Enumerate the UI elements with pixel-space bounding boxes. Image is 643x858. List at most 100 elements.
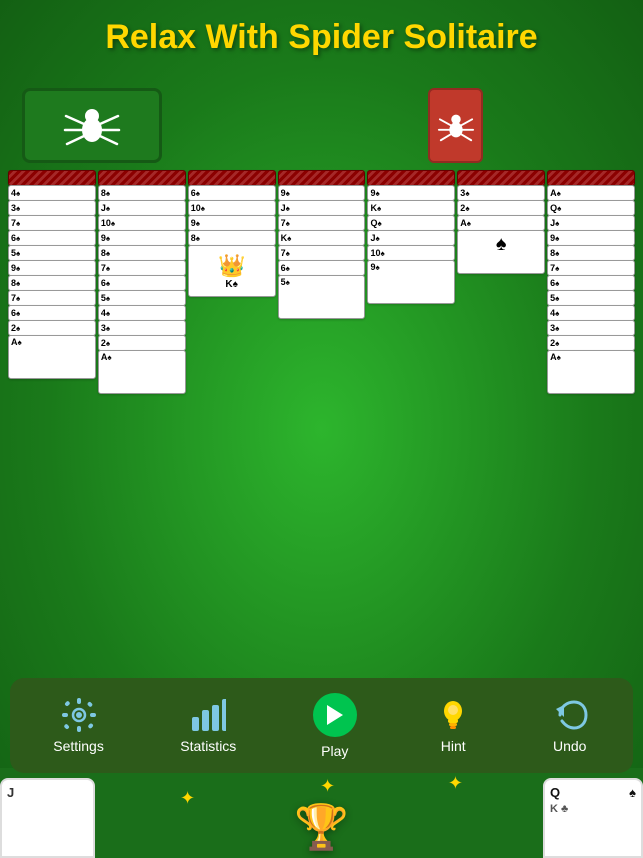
card[interactable]: 3♠ xyxy=(8,200,96,216)
card[interactable]: 6♠ xyxy=(98,275,186,291)
settings-label: Settings xyxy=(53,738,104,754)
card[interactable]: J♠ xyxy=(547,215,635,231)
corner-card-left: J xyxy=(0,778,95,858)
column-2: 8♠ J♠ 10♠ 9♠ 8♠ 7♠ 6♠ 5♠ 4♠ 3♠ 2♠ A♠ xyxy=(98,170,186,643)
card[interactable]: 6♠ xyxy=(8,230,96,246)
card[interactable]: 5♠ xyxy=(8,245,96,261)
card[interactable]: 7♠ xyxy=(8,290,96,306)
card[interactable]: 7♠ xyxy=(547,260,635,276)
statistics-label: Statistics xyxy=(180,738,236,754)
corner-card-right-suit: ♠ xyxy=(629,785,636,800)
card[interactable]: 4♠ xyxy=(98,305,186,321)
card[interactable]: 6♠ xyxy=(547,275,635,291)
card[interactable]: J♠ xyxy=(367,230,455,246)
card[interactable] xyxy=(457,170,545,186)
card[interactable] xyxy=(367,170,455,186)
card[interactable] xyxy=(98,170,186,186)
card[interactable]: 7♠ xyxy=(98,260,186,276)
card[interactable]: 2♠ xyxy=(457,200,545,216)
card[interactable]: A♠ xyxy=(457,215,545,231)
card[interactable]: 6♠ xyxy=(188,185,276,201)
card[interactable]: 4♠ xyxy=(8,185,96,201)
card[interactable]: J♠ xyxy=(278,200,366,216)
column-5: 9♠ K♠ Q♠ J♠ 10♠ 9♠ xyxy=(367,170,455,643)
corner-card-left-rank: J xyxy=(7,785,88,800)
card[interactable]: 2♠ xyxy=(98,335,186,351)
card-king[interactable]: 👑K♠ xyxy=(188,245,276,297)
card[interactable]: A♠ xyxy=(8,335,96,379)
card[interactable]: 8♠ xyxy=(98,185,186,201)
settings-icon xyxy=(59,697,99,732)
statistics-button[interactable]: Statistics xyxy=(170,691,246,760)
card[interactable]: 3♠ xyxy=(547,320,635,336)
card[interactable]: 6♠ xyxy=(8,305,96,321)
card[interactable]: 5♠ xyxy=(278,275,366,319)
card[interactable]: 10♠ xyxy=(98,215,186,231)
column-3: 6♠ 10♠ 9♠ 8♠ 👑K♠ xyxy=(188,170,276,643)
card[interactable]: K♠ xyxy=(278,230,366,246)
card[interactable]: 8♠ xyxy=(8,275,96,291)
statistics-icon xyxy=(188,697,228,732)
sparkle-2: ✦ xyxy=(180,788,195,809)
column-4: 9♠ J♠ 7♠ K♠ 7♠ 6♠ 5♠ xyxy=(278,170,366,643)
card[interactable]: 9♠ xyxy=(278,185,366,201)
play-label: Play xyxy=(321,743,348,759)
card[interactable]: 2♠ xyxy=(547,335,635,351)
undo-button[interactable]: Undo xyxy=(540,691,600,760)
card[interactable] xyxy=(278,170,366,186)
card[interactable]: 9♠ xyxy=(547,230,635,246)
undo-label: Undo xyxy=(553,738,586,754)
card[interactable]: 5♠ xyxy=(98,290,186,306)
card[interactable]: 9♠ xyxy=(8,260,96,276)
game-area: 4♠ 3♠ 7♠ 6♠ 5♠ 9♠ 8♠ 7♠ 6♠ 2♠ A♠ 8♠ J♠ 1… xyxy=(8,170,635,643)
card[interactable]: 7♠ xyxy=(278,215,366,231)
trophy-icon: 🏆 xyxy=(294,801,349,853)
spider-icon-red xyxy=(437,107,475,145)
card[interactable]: 9♠ xyxy=(367,185,455,201)
card[interactable]: 5♠ xyxy=(547,290,635,306)
hint-label: Hint xyxy=(441,738,466,754)
card[interactable]: 9♠ xyxy=(188,215,276,231)
hint-icon xyxy=(433,697,473,732)
card[interactable]: 8♠ xyxy=(188,230,276,246)
card[interactable]: 8♠ xyxy=(98,245,186,261)
undo-icon xyxy=(550,697,590,732)
card[interactable]: 8♠ xyxy=(547,245,635,261)
column-6: 3♠ 2♠ A♠ ♠ xyxy=(457,170,545,643)
card[interactable]: ♠ xyxy=(457,230,545,274)
card[interactable]: A♠ xyxy=(547,350,635,394)
card[interactable]: 4♠ xyxy=(547,305,635,321)
card[interactable]: K♠ xyxy=(367,200,455,216)
card[interactable]: 9♠ xyxy=(367,260,455,304)
card[interactable]: 6♠ xyxy=(278,260,366,276)
spider-logo-red xyxy=(428,88,483,163)
spider-icon-green xyxy=(62,98,122,153)
page-title: Relax With Spider Solitaire xyxy=(0,18,643,57)
column-1: 4♠ 3♠ 7♠ 6♠ 5♠ 9♠ 8♠ 7♠ 6♠ 2♠ A♠ xyxy=(8,170,96,643)
card[interactable]: 3♠ xyxy=(457,185,545,201)
card[interactable] xyxy=(8,170,96,186)
spider-logo-green xyxy=(22,88,162,163)
card[interactable]: 7♠ xyxy=(8,215,96,231)
card[interactable]: J♠ xyxy=(98,200,186,216)
corner-card-right-rank: Q xyxy=(550,785,560,800)
card[interactable] xyxy=(547,170,635,186)
card[interactable]: A♠ xyxy=(98,350,186,394)
card[interactable]: A♠ xyxy=(547,185,635,201)
card[interactable]: Q♠ xyxy=(367,215,455,231)
card[interactable]: Q♠ xyxy=(547,200,635,216)
card[interactable]: 10♠ xyxy=(367,245,455,261)
toolbar: Settings Statistics Play xyxy=(10,678,633,773)
card[interactable]: 3♠ xyxy=(98,320,186,336)
card[interactable]: 2♠ xyxy=(8,320,96,336)
sparkle-3: ✦ xyxy=(448,773,463,794)
play-button[interactable]: Play xyxy=(303,687,367,765)
sparkle-5: ✦ xyxy=(320,776,335,797)
corner-card-right-info: K ♣ xyxy=(550,803,636,815)
hint-button[interactable]: Hint xyxy=(423,691,483,760)
card[interactable]: 10♠ xyxy=(188,200,276,216)
card[interactable] xyxy=(188,170,276,186)
card[interactable]: 7♠ xyxy=(278,245,366,261)
settings-button[interactable]: Settings xyxy=(43,691,114,760)
card[interactable]: 9♠ xyxy=(98,230,186,246)
